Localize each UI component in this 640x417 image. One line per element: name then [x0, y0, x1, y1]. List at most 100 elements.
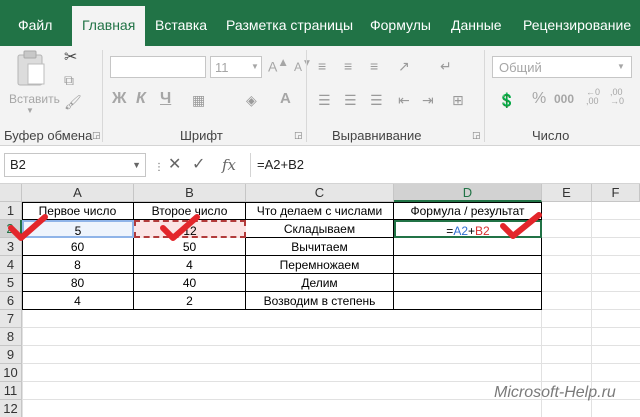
align-center-icon[interactable]: ☰: [344, 92, 357, 108]
cell-c1[interactable]: Что делаем с числами: [246, 202, 394, 220]
group-alignment-label: Выравнивание: [332, 128, 422, 143]
row-header[interactable]: 7: [0, 310, 22, 328]
ribbon-home: Вставить ▼ ✂ ⧉ 🖌 Буфер обмена ◲ 11 ▼ A▲ …: [0, 46, 640, 146]
font-color-icon[interactable]: A: [280, 90, 291, 107]
cell-c3[interactable]: Вычитаем: [246, 238, 394, 256]
enter-icon[interactable]: ✓: [192, 156, 205, 174]
formula-ref-a2: A2: [453, 224, 468, 238]
insert-function-icon[interactable]: fx: [222, 156, 236, 174]
number-format-value: Общий: [499, 60, 542, 75]
row-header[interactable]: 6: [0, 292, 22, 310]
cell-a4[interactable]: 8: [22, 256, 134, 274]
cell-c5[interactable]: Делим: [246, 274, 394, 292]
more-options-icon: ⋮: [154, 162, 164, 173]
checkmark-icon: [160, 214, 200, 241]
cell-c2[interactable]: Складываем: [246, 220, 394, 238]
row-header[interactable]: 10: [0, 364, 22, 382]
borders-icon[interactable]: ▦: [192, 92, 205, 108]
worksheet-grid: A B C D E F 1 2 3 4 5 6 7 8 9 10 11 12 П…: [0, 184, 640, 417]
column-header-a[interactable]: A: [22, 184, 134, 202]
checkmark-icon: [8, 214, 48, 241]
name-box-value: B2: [10, 157, 26, 172]
format-painter-icon[interactable]: 🖌: [64, 94, 82, 110]
select-all-button[interactable]: [0, 184, 22, 202]
paste-label: Вставить: [9, 92, 60, 106]
paste-button[interactable]: Вставить ▼: [6, 50, 60, 120]
row-header[interactable]: 11: [0, 382, 22, 400]
fill-color-icon[interactable]: ◈: [246, 92, 257, 108]
cell-a5[interactable]: 80: [22, 274, 134, 292]
tab-data[interactable]: Данные: [451, 14, 502, 36]
cell-d5[interactable]: [394, 274, 542, 292]
column-header-f[interactable]: F: [592, 184, 640, 202]
tab-insert[interactable]: Вставка: [155, 14, 207, 36]
name-box[interactable]: B2 ▼: [4, 153, 146, 177]
align-right-icon[interactable]: ☰: [370, 92, 383, 108]
row-header[interactable]: 12: [0, 400, 22, 417]
increase-indent-icon[interactable]: ⇥: [422, 92, 434, 108]
tab-page-layout[interactable]: Разметка страницы: [226, 14, 353, 36]
align-left-icon[interactable]: ☰: [318, 92, 331, 108]
column-header-b[interactable]: B: [134, 184, 246, 202]
tab-home[interactable]: Главная: [72, 6, 146, 46]
chevron-down-icon: ▼: [26, 106, 34, 115]
row-header[interactable]: 9: [0, 346, 22, 364]
cut-icon[interactable]: ✂: [64, 50, 77, 66]
wrap-text-icon[interactable]: ↵: [440, 58, 452, 74]
cancel-icon[interactable]: ✕: [168, 156, 181, 174]
cell-b6[interactable]: 2: [134, 292, 246, 310]
column-header-c[interactable]: C: [246, 184, 394, 202]
cell-b5[interactable]: 40: [134, 274, 246, 292]
row-header[interactable]: 4: [0, 256, 22, 274]
increase-font-icon[interactable]: A▲: [268, 56, 289, 75]
cell-c6[interactable]: Возводим в степень: [246, 292, 394, 310]
group-number-label: Число: [532, 128, 570, 143]
align-top-icon[interactable]: ≡: [318, 58, 326, 74]
formula-ref-b2: B2: [475, 224, 490, 238]
cell-c4[interactable]: Перемножаем: [246, 256, 394, 274]
ribbon-tab-bar: Файл Главная Вставка Разметка страницы Ф…: [0, 0, 640, 46]
group-font-label: Шрифт: [180, 128, 223, 143]
group-separator: [306, 50, 307, 142]
column-header-d[interactable]: D: [394, 184, 542, 202]
font-name-select[interactable]: [110, 56, 206, 78]
font-size-select[interactable]: 11 ▼: [210, 56, 262, 78]
align-middle-icon[interactable]: ≡: [344, 58, 352, 74]
cell-b4[interactable]: 4: [134, 256, 246, 274]
checkmark-icon: [500, 212, 542, 239]
chevron-down-icon: ▼: [132, 160, 141, 170]
chevron-down-icon: ▼: [251, 62, 259, 71]
group-clipboard-label: Буфер обмена: [4, 128, 93, 143]
tab-review[interactable]: Рецензирование: [523, 14, 631, 36]
row-header[interactable]: 8: [0, 328, 22, 346]
decrease-decimal-icon[interactable]: ,00 →0: [610, 88, 624, 106]
tab-formulas[interactable]: Формулы: [370, 14, 431, 36]
orientation-icon[interactable]: ↗: [398, 58, 410, 74]
tab-file[interactable]: Файл: [18, 14, 52, 36]
alignment-launcher-icon[interactable]: ◲: [472, 130, 481, 141]
cell-d6[interactable]: [394, 292, 542, 310]
font-launcher-icon[interactable]: ◲: [294, 130, 303, 141]
currency-icon[interactable]: 💲: [498, 92, 515, 108]
decrease-indent-icon[interactable]: ⇤: [398, 92, 410, 108]
align-bottom-icon[interactable]: ≡: [370, 58, 378, 74]
percent-icon[interactable]: %: [532, 90, 546, 108]
formula-plus: +: [468, 224, 476, 238]
thousands-separator-icon[interactable]: 000: [554, 92, 574, 106]
clipboard-launcher-icon[interactable]: ◲: [92, 130, 101, 141]
cell-d4[interactable]: [394, 256, 542, 274]
copy-icon[interactable]: ⧉: [64, 72, 74, 88]
excel-window: Файл Главная Вставка Разметка страницы Ф…: [0, 0, 640, 417]
increase-decimal-icon[interactable]: ←0,00: [586, 88, 600, 106]
italic-button[interactable]: К: [136, 90, 146, 108]
row-header[interactable]: 5: [0, 274, 22, 292]
underline-button[interactable]: Ч: [160, 90, 171, 108]
cell-a6[interactable]: 4: [22, 292, 134, 310]
number-format-select[interactable]: Общий ▼: [492, 56, 632, 78]
merge-cells-icon[interactable]: ⊞: [452, 92, 464, 108]
column-header-e[interactable]: E: [542, 184, 592, 202]
bold-button[interactable]: Ж: [112, 90, 126, 108]
formula-input[interactable]: =A2+B2: [250, 153, 636, 177]
formula-bar: B2 ▼ ⋮ ✕ ✓ fx =A2+B2: [0, 146, 640, 184]
decrease-font-icon[interactable]: A▼: [294, 58, 312, 74]
